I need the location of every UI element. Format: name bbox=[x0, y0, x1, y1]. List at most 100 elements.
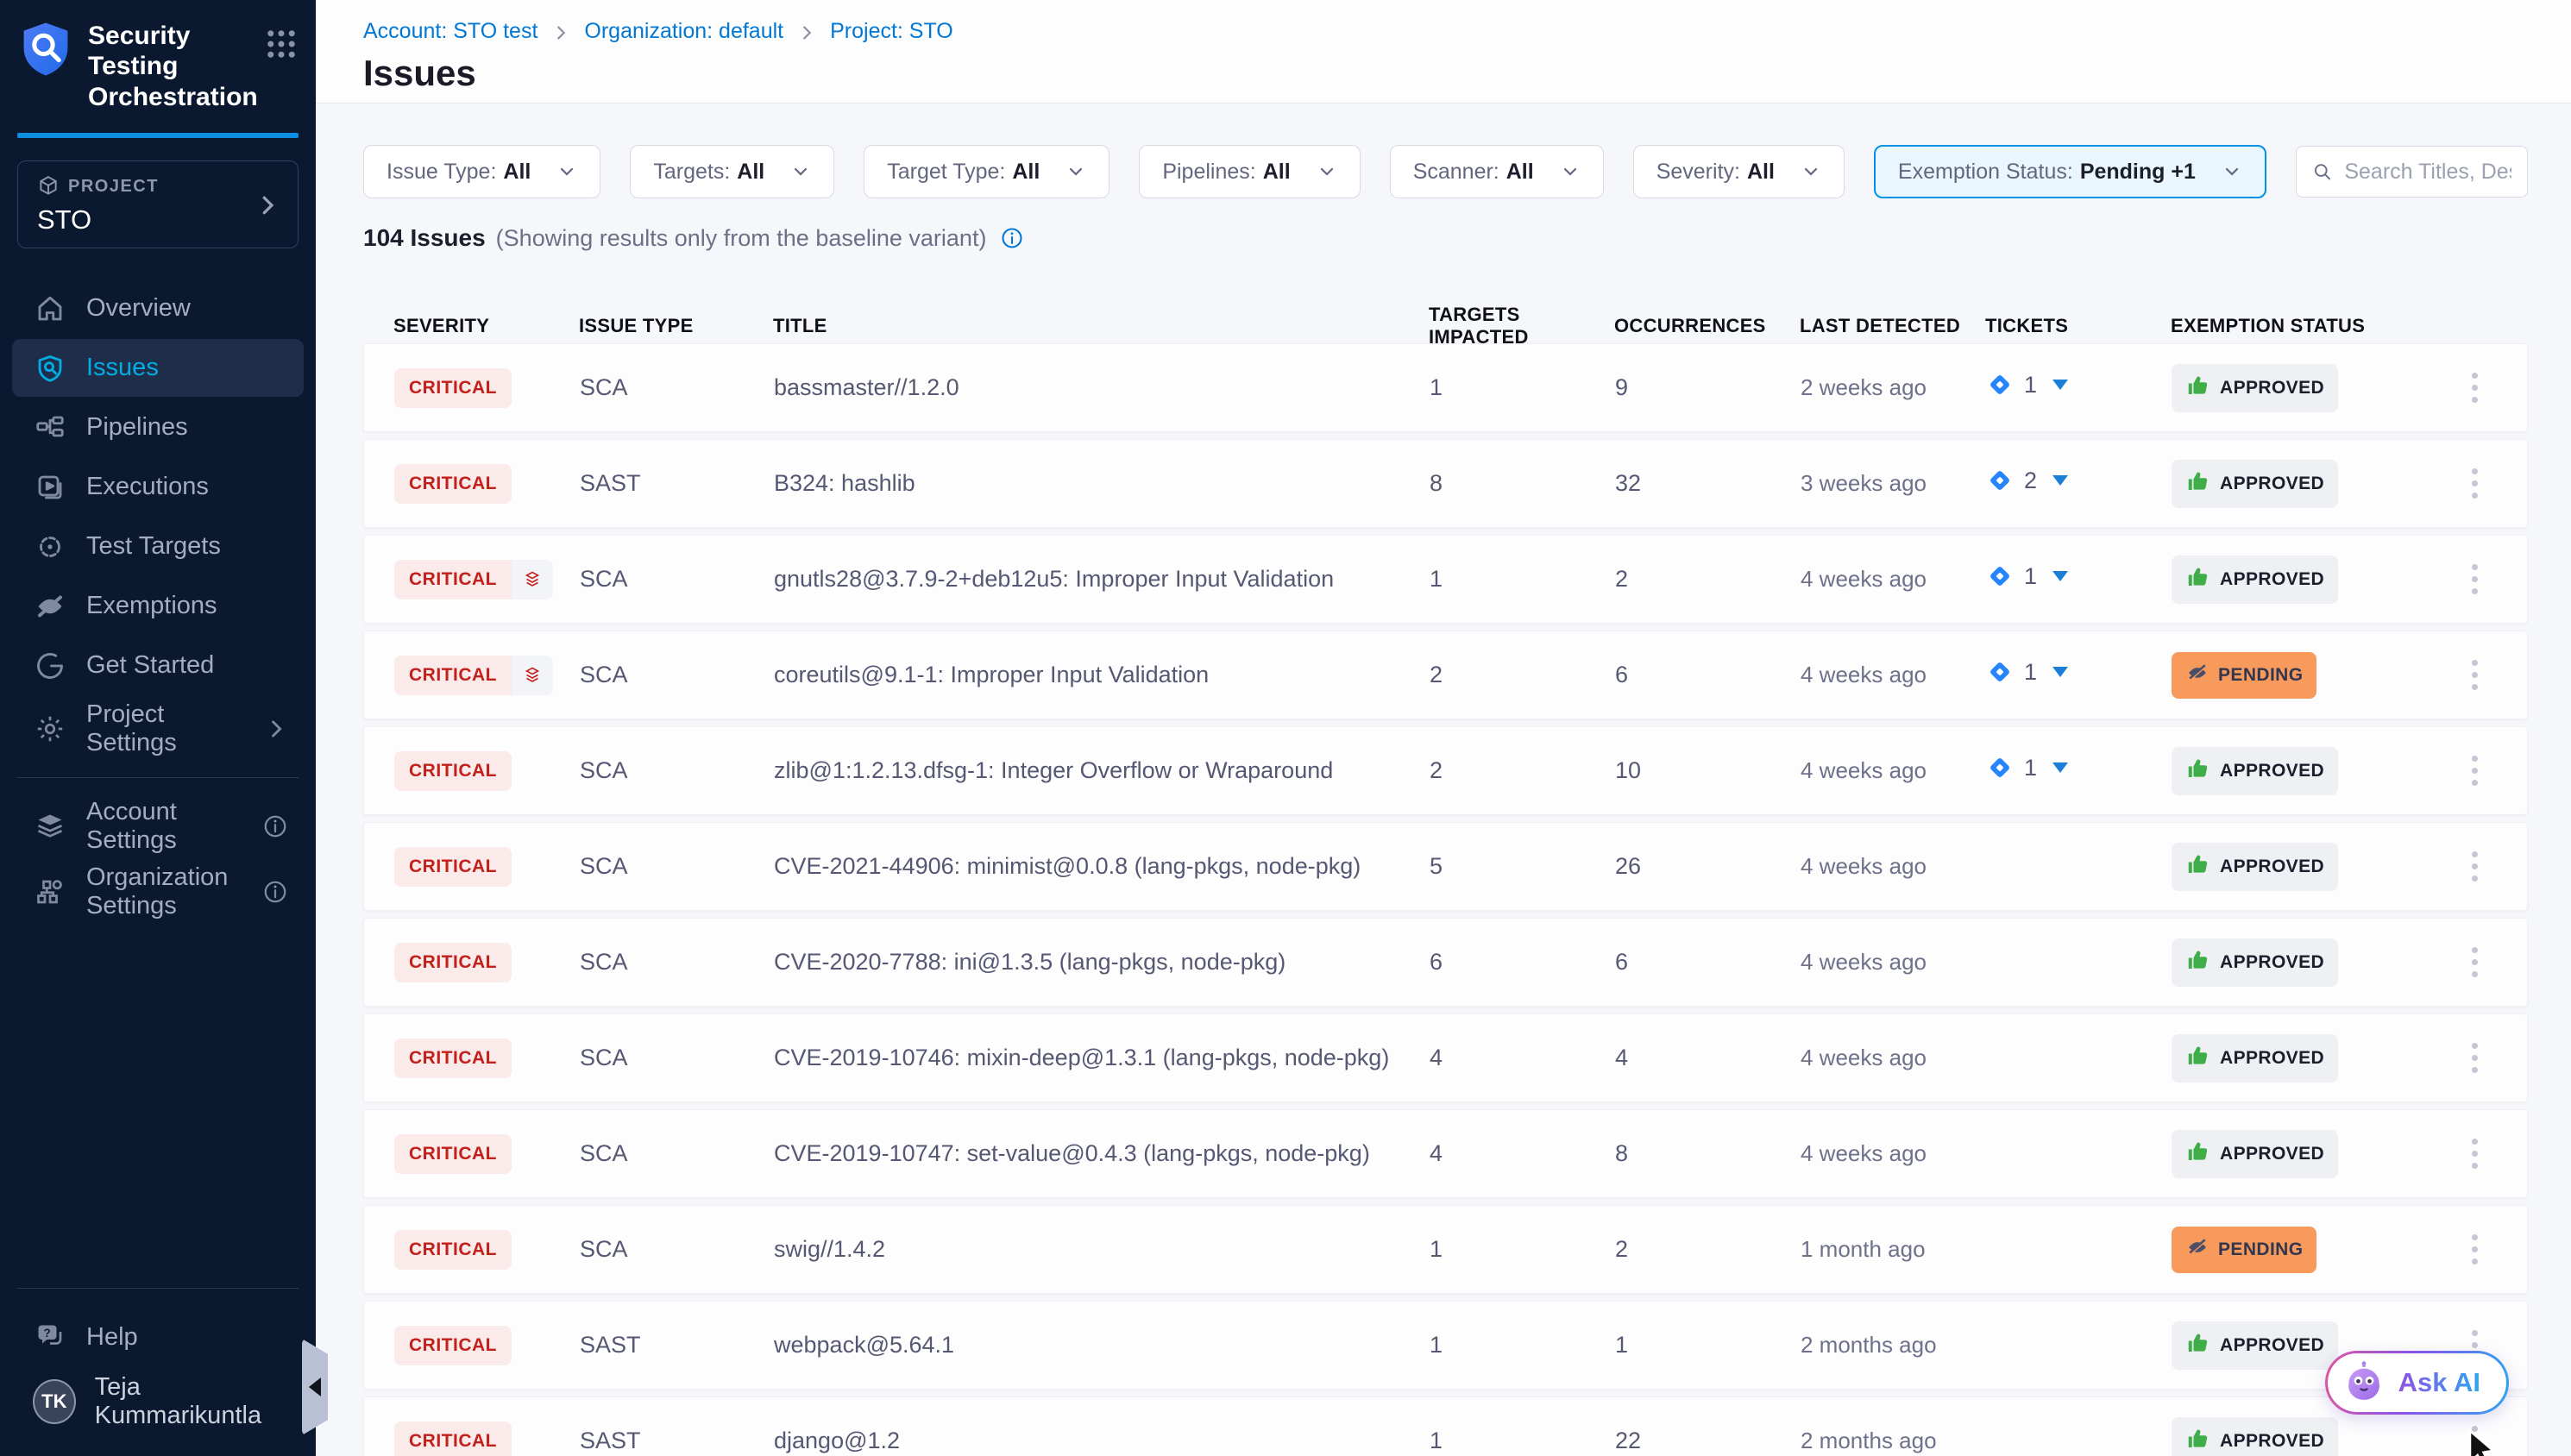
issue-type-cell: SCA bbox=[580, 1236, 774, 1263]
column-header[interactable]: TARGETS IMPACTED bbox=[1429, 304, 1614, 348]
tickets-cell[interactable]: 1 bbox=[1986, 658, 2068, 686]
table-row[interactable]: CRITICAL SAST B324: hashlib 8 32 3 weeks… bbox=[363, 439, 2528, 528]
breadcrumb-separator-icon bbox=[797, 23, 816, 42]
home-icon bbox=[35, 293, 66, 324]
sidebar-item-issues[interactable]: Issues bbox=[12, 339, 304, 397]
row-menu-button[interactable] bbox=[2463, 1130, 2486, 1177]
row-menu-button[interactable] bbox=[2463, 747, 2486, 794]
row-menu-button[interactable] bbox=[2463, 1034, 2486, 1082]
row-menu-button[interactable] bbox=[2463, 460, 2486, 507]
row-menu-button[interactable] bbox=[2463, 651, 2486, 699]
table-row[interactable]: CRITICAL SCA bassmaster//1.2.0 1 9 2 wee… bbox=[363, 343, 2528, 432]
breadcrumb-item[interactable]: Project: STO bbox=[830, 19, 953, 44]
sidebar-item-executions[interactable]: Executions bbox=[12, 458, 304, 516]
breadcrumb: Account: STO test Organization: default … bbox=[363, 19, 2528, 44]
targets-impacted-cell: 2 bbox=[1430, 662, 1615, 688]
filter-dropdown[interactable]: Targets: All bbox=[630, 145, 834, 198]
column-header[interactable]: EXEMPTION STATUS bbox=[2171, 315, 2421, 337]
table-row[interactable]: CRITICAL SCA CVE-2019-10746: mixin-deep@… bbox=[363, 1014, 2528, 1102]
tickets-cell[interactable]: 1 bbox=[1986, 562, 2068, 590]
sidebar-item-exemptions[interactable]: Exemptions bbox=[12, 577, 304, 635]
sidebar-item-overview[interactable]: Overview bbox=[12, 279, 304, 337]
sidebar-item-pipelines[interactable]: Pipelines bbox=[12, 399, 304, 456]
main-content: Account: STO test Organization: default … bbox=[316, 0, 2571, 1456]
filter-dropdown[interactable]: Scanner: All bbox=[1390, 145, 1604, 198]
last-detected-cell: 4 weeks ago bbox=[1801, 853, 1986, 880]
row-menu-button[interactable] bbox=[2463, 364, 2486, 411]
exemption-status-badge: APPROVED bbox=[2172, 555, 2338, 604]
table-row[interactable]: CRITICAL SCA CVE-2020-7788: ini@1.3.5 (l… bbox=[363, 918, 2528, 1007]
filter-dropdown[interactable]: Severity: All bbox=[1633, 145, 1845, 198]
row-menu-button[interactable] bbox=[2463, 555, 2486, 603]
row-menu-button[interactable] bbox=[2463, 1226, 2486, 1273]
tickets-cell[interactable]: 1 bbox=[1986, 371, 2068, 399]
sidebar-item-help[interactable]: ? Help bbox=[12, 1309, 304, 1365]
filter-label: Scanner: bbox=[1413, 160, 1499, 185]
sidebar-item-project-settings[interactable]: Project Settings bbox=[12, 701, 304, 756]
ticket-dropdown-caret[interactable] bbox=[2052, 380, 2068, 390]
sidebar-item-label: Get Started bbox=[86, 651, 214, 680]
ticket-dropdown-caret[interactable] bbox=[2052, 667, 2068, 677]
table-header-row: SEVERITY ISSUE TYPE TITLE TARGETS IMPACT… bbox=[363, 304, 2528, 338]
info-icon[interactable] bbox=[262, 813, 288, 839]
table-row[interactable]: CRITICAL SCA gnutls28@3.7.9-2+deb12u5: I… bbox=[363, 535, 2528, 624]
table-row[interactable]: CRITICAL SAST django@1.2 1 22 2 months a… bbox=[363, 1396, 2528, 1456]
thumb-up-icon bbox=[2185, 851, 2211, 882]
help-chat-icon: ? bbox=[35, 1321, 66, 1352]
table-row[interactable]: CRITICAL SCA CVE-2021-44906: minimist@0.… bbox=[363, 822, 2528, 911]
user-menu[interactable]: TK Teja Kummarikuntla bbox=[12, 1373, 304, 1430]
row-menu-button[interactable] bbox=[2463, 843, 2486, 890]
info-icon[interactable] bbox=[262, 879, 288, 905]
filter-dropdown[interactable]: Target Type: All bbox=[864, 145, 1109, 198]
tickets-cell[interactable]: 1 bbox=[1986, 754, 2068, 781]
column-header[interactable]: OCCURRENCES bbox=[1614, 315, 1800, 337]
row-menu-button[interactable] bbox=[2463, 938, 2486, 986]
issues-note: (Showing results only from the baseline … bbox=[496, 225, 987, 252]
filter-dropdown[interactable]: Pipelines: All bbox=[1139, 145, 1360, 198]
issue-title-cell: B324: hashlib bbox=[774, 470, 1430, 497]
filter-dropdown[interactable]: Exemption Status: Pending +1 bbox=[1874, 145, 2266, 198]
table-row[interactable]: CRITICAL SCA swig//1.4.2 1 2 1 month ago bbox=[363, 1205, 2528, 1294]
column-header[interactable]: TICKETS bbox=[1985, 315, 2171, 337]
tickets-cell[interactable]: 2 bbox=[1986, 467, 2068, 494]
status-label: APPROVED bbox=[2220, 378, 2324, 399]
table-row[interactable]: CRITICAL SCA CVE-2019-10747: set-value@0… bbox=[363, 1109, 2528, 1198]
filter-label: Issue Type: bbox=[387, 160, 496, 185]
ask-ai-button[interactable]: Ask AI bbox=[2325, 1351, 2509, 1415]
sidebar-item-get-started[interactable]: Get Started bbox=[12, 637, 304, 694]
ticket-dropdown-caret[interactable] bbox=[2052, 571, 2068, 581]
table-row[interactable]: CRITICAL SCA coreutils@9.1-1: Improper I… bbox=[363, 631, 2528, 719]
jira-ticket-icon bbox=[1986, 371, 2014, 399]
ticket-dropdown-caret[interactable] bbox=[2052, 475, 2068, 486]
column-header[interactable]: TITLE bbox=[773, 315, 1429, 337]
sidebar-item-label: Executions bbox=[86, 473, 209, 501]
filter-dropdown[interactable]: Issue Type: All bbox=[363, 145, 600, 198]
module-grid-icon[interactable] bbox=[263, 26, 299, 62]
search-input[interactable] bbox=[2344, 160, 2511, 185]
issues-count: 104 Issues bbox=[363, 224, 486, 252]
status-label: APPROVED bbox=[2220, 1144, 2324, 1164]
filter-value: All bbox=[1263, 160, 1291, 185]
issue-type-cell: SCA bbox=[580, 566, 774, 593]
breadcrumb-item[interactable]: Account: STO test bbox=[363, 19, 537, 44]
filter-value: All bbox=[503, 160, 531, 185]
sidebar-item-account-settings[interactable]: Account Settings bbox=[12, 799, 304, 854]
sidebar-item-test-targets[interactable]: Test Targets bbox=[12, 518, 304, 575]
chevron-down-icon bbox=[556, 161, 577, 182]
mouse-cursor bbox=[2464, 1428, 2502, 1456]
project-selector[interactable]: PROJECT STO bbox=[17, 160, 299, 248]
column-header[interactable]: ISSUE TYPE bbox=[579, 315, 773, 337]
info-icon[interactable] bbox=[1000, 226, 1024, 250]
breadcrumb-item[interactable]: Organization: default bbox=[584, 19, 783, 44]
sidebar-item-organization-settings[interactable]: Organization Settings bbox=[12, 864, 304, 919]
sidebar-item-label: Test Targets bbox=[86, 532, 221, 561]
table-row[interactable]: CRITICAL SCA zlib@1:1.2.13.dfsg-1: Integ… bbox=[363, 726, 2528, 815]
thumb-up-icon bbox=[2185, 947, 2211, 978]
table-row[interactable]: CRITICAL SAST webpack@5.64.1 1 1 2 month… bbox=[363, 1301, 2528, 1390]
issue-title-cell: swig//1.4.2 bbox=[774, 1236, 1430, 1263]
column-header[interactable]: LAST DETECTED bbox=[1800, 315, 1985, 337]
sidebar-collapse-handle[interactable] bbox=[302, 1339, 328, 1435]
severity-badge: CRITICAL bbox=[394, 1039, 512, 1078]
column-header[interactable]: SEVERITY bbox=[393, 315, 579, 337]
ticket-dropdown-caret[interactable] bbox=[2052, 763, 2068, 773]
